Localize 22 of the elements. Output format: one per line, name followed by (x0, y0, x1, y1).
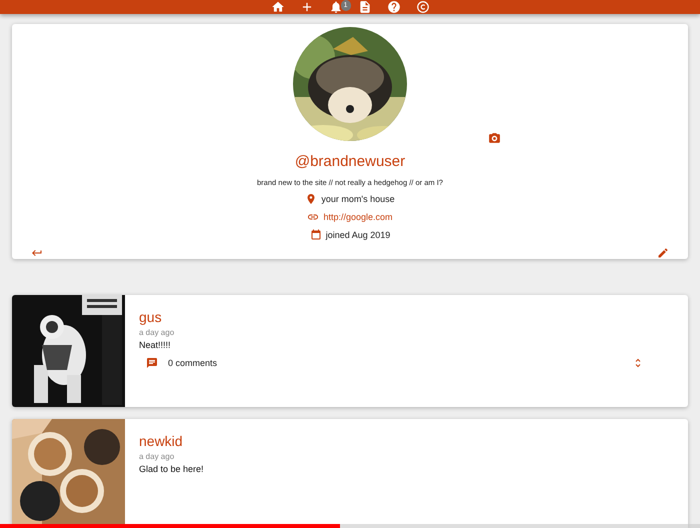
comment-icon[interactable] (146, 357, 158, 369)
username: @brandnewuser (294, 153, 406, 170)
video-progress-bar[interactable] (0, 524, 700, 528)
document-icon[interactable] (358, 0, 372, 14)
copyright-icon[interactable] (416, 0, 430, 14)
help-icon[interactable] (386, 0, 400, 14)
post-time: a day ago (139, 452, 176, 461)
comment-count: 0 comments (168, 358, 218, 368)
home-icon[interactable] (270, 0, 284, 14)
pencil-icon[interactable] (657, 247, 669, 259)
location-text: your mom's house (321, 194, 395, 204)
post-username[interactable]: gus (139, 309, 688, 325)
website-link[interactable]: http://google.com (323, 212, 393, 222)
post-text: Neat!!!!! (139, 340, 172, 350)
post-username[interactable]: newkid (139, 433, 688, 449)
post-text: Glad to be here! (139, 464, 205, 474)
camera-icon[interactable] (488, 132, 501, 145)
notification-bell-icon[interactable] (328, 0, 342, 14)
joined-date: joined Aug 2019 (326, 230, 390, 240)
post-time: a day ago (139, 328, 176, 337)
location-pin-icon (305, 193, 318, 205)
calendar-icon (310, 229, 322, 241)
